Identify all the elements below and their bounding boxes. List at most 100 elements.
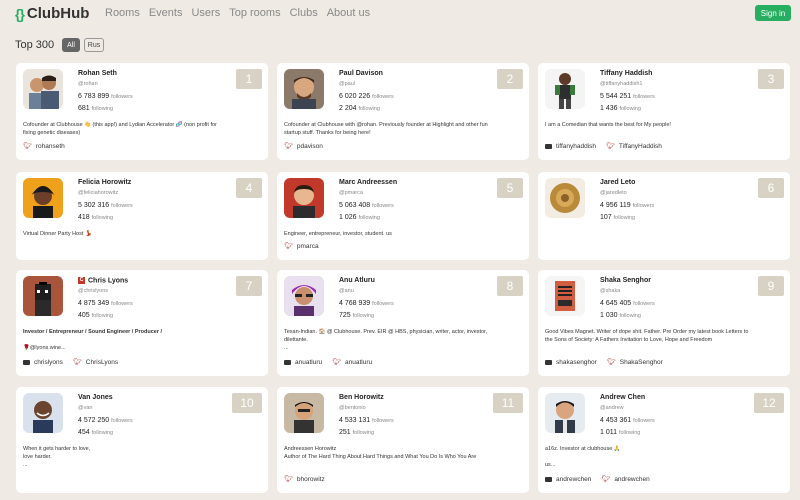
- followers-count: 5 063 408 followers: [339, 202, 394, 209]
- followers-label: followers: [632, 203, 655, 209]
- user-name[interactable]: Rohan Seth: [78, 70, 117, 77]
- user-card[interactable]: Paul Davison @paul 6 020 226 followers 2…: [277, 63, 529, 160]
- twitter-link[interactable]: 🐦︎ pmarca: [284, 242, 319, 251]
- user-name[interactable]: Paul Davison: [339, 70, 383, 77]
- twitter-link[interactable]: 🐦︎ pdavison: [284, 142, 323, 151]
- social-links: tiffanyhaddish 🐦︎ TiffanyHaddish: [545, 142, 662, 150]
- following-value: 251: [339, 429, 351, 436]
- avatar[interactable]: [23, 178, 63, 218]
- avatar[interactable]: [23, 276, 63, 316]
- bio-line: startup stuff. Thanks for being here!: [284, 130, 371, 136]
- nav-link-clubs[interactable]: Clubs: [290, 7, 318, 19]
- avatar[interactable]: [284, 69, 324, 109]
- user-bio: I am a Comedian that wants the best for …: [545, 121, 785, 129]
- user-name[interactable]: Marc Andreessen: [339, 179, 397, 186]
- bio-line: When it gets harder to love,: [23, 446, 91, 452]
- nav-link-events[interactable]: Events: [149, 7, 183, 19]
- avatar[interactable]: [284, 276, 324, 316]
- avatar[interactable]: [23, 393, 63, 433]
- instagram-icon: [284, 359, 291, 365]
- followers-label: followers: [372, 203, 394, 209]
- twitter-link[interactable]: 🐦︎ bhorowitz: [284, 475, 325, 484]
- followers-label: followers: [111, 94, 133, 100]
- filter-all-button[interactable]: All: [62, 38, 80, 52]
- user-card[interactable]: Andrew Chen @andrew 4 453 361 followers …: [538, 387, 790, 493]
- avatar[interactable]: [545, 393, 585, 433]
- bio-line: Virtual Dinner Party Host 💃: [23, 231, 92, 237]
- user-card[interactable]: C Chris Lyons @chrislyons 4 875 349 follo…: [16, 270, 268, 376]
- user-bio: Good Vibes Magnet. Writer of dope shit. …: [545, 328, 785, 344]
- followers-label: followers: [633, 94, 655, 100]
- user-handle: @van: [78, 405, 93, 411]
- avatar[interactable]: [23, 69, 63, 109]
- user-card[interactable]: Anu Atluru @anu 4 768 939 followers 725 …: [277, 270, 529, 376]
- followers-count: 5 544 251 followers: [600, 93, 655, 100]
- instagram-link[interactable]: andrewchen: [545, 476, 591, 483]
- instagram-link[interactable]: shakasenghor: [545, 359, 597, 366]
- user-card[interactable]: Marc Andreessen @pmarca 5 063 408 follow…: [277, 172, 529, 260]
- user-card[interactable]: Jared Leto @jaredleto 4 956 119 follower…: [538, 172, 790, 260]
- instagram-handle: tiffanyhaddish: [556, 142, 596, 150]
- user-card[interactable]: Rohan Seth @rohan 6 783 899 followers 68…: [16, 63, 268, 160]
- nav-link-rooms[interactable]: Rooms: [105, 7, 140, 19]
- user-name-text: Van Jones: [78, 394, 113, 401]
- instagram-link[interactable]: tiffanyhaddish: [545, 143, 596, 150]
- twitter-link[interactable]: 🐦︎ andrewchen: [601, 475, 649, 484]
- user-card[interactable]: Van Jones @van 4 572 250 followers 454 f…: [16, 387, 268, 493]
- nav-link-about-us[interactable]: About us: [327, 7, 370, 19]
- signin-button[interactable]: Sign in: [755, 5, 791, 21]
- instagram-link[interactable]: chrislyons: [23, 359, 63, 366]
- user-card[interactable]: Tiffany Haddish @tiffanyhaddish1 5 544 2…: [538, 63, 790, 160]
- following-value: 1 436: [600, 105, 618, 112]
- filter-rus-button[interactable]: Rus: [84, 38, 104, 52]
- user-name[interactable]: C Chris Lyons: [78, 277, 128, 284]
- twitter-link[interactable]: 🐦︎ ChrisLyons: [73, 358, 118, 367]
- following-label: following: [91, 106, 114, 112]
- rank-badge: 1: [236, 69, 262, 89]
- user-name[interactable]: Andrew Chen: [600, 394, 645, 401]
- user-card[interactable]: Felicia Horowitz @feliciahorowitz 5 302 …: [16, 172, 268, 260]
- following-count: 1 011 following: [600, 429, 640, 436]
- followers-value: 6 020 226: [339, 93, 371, 100]
- user-name[interactable]: Felicia Horowitz: [78, 179, 131, 186]
- following-label: following: [613, 215, 636, 221]
- nav-link-top-rooms[interactable]: Top rooms: [229, 7, 280, 19]
- following-count: 454 following: [78, 429, 113, 436]
- user-name[interactable]: Ben Horowitz: [339, 394, 384, 401]
- avatar[interactable]: [545, 69, 585, 109]
- twitter-link[interactable]: 🐦︎ TiffanyHaddish: [606, 142, 662, 151]
- followers-count: 6 783 899 followers: [78, 93, 133, 100]
- social-links: 🐦︎ bhorowitz: [284, 475, 325, 484]
- user-name[interactable]: Van Jones: [78, 394, 113, 401]
- avatar[interactable]: [284, 393, 324, 433]
- avatar[interactable]: [545, 178, 585, 218]
- user-name[interactable]: Anu Atluru: [339, 277, 375, 284]
- user-name-text: Chris Lyons: [88, 277, 129, 285]
- followers-label: followers: [111, 418, 133, 424]
- user-handle: @chrislyons: [78, 288, 109, 294]
- user-card[interactable]: Ben Horowitz @bentonio 4 533 131 followe…: [277, 387, 529, 493]
- followers-count: 4 768 939 followers: [339, 300, 394, 307]
- bio-line: Author of The Hard Thing About Hard Thin…: [284, 454, 477, 460]
- followers-count: 4 572 250 followers: [78, 417, 133, 424]
- twitter-icon: 🐦︎: [332, 359, 341, 366]
- bio-line: Cofounder at Clubhouse 👋 (this app!) and…: [23, 122, 217, 128]
- user-card[interactable]: Shaka Senghor @shaka 4 645 405 followers…: [538, 270, 790, 376]
- avatar[interactable]: [284, 178, 324, 218]
- following-label: following: [619, 106, 641, 112]
- twitter-handle: TiffanyHaddish: [618, 142, 662, 150]
- user-name[interactable]: Tiffany Haddish: [600, 70, 652, 77]
- nav-link-users[interactable]: Users: [191, 7, 220, 19]
- user-name[interactable]: Shaka Senghor: [600, 277, 651, 284]
- avatar[interactable]: [545, 276, 585, 316]
- user-name-text: Paul Davison: [339, 70, 383, 77]
- twitter-link[interactable]: 🐦︎ rohanseth: [23, 142, 65, 151]
- user-name[interactable]: Jared Leto: [600, 179, 635, 186]
- twitter-link[interactable]: 🐦︎ ShakaSenghor: [607, 358, 663, 367]
- following-count: 681 following: [78, 105, 113, 112]
- followers-count: 4 956 119 followers: [600, 202, 654, 209]
- user-bio: Investor / Entrepreneur / Sound Engineer…: [23, 328, 263, 352]
- twitter-link[interactable]: 🐦︎ anuatluru: [332, 358, 372, 367]
- instagram-link[interactable]: anuatluru: [284, 359, 322, 366]
- logo[interactable]: {} ClubHub: [15, 5, 89, 22]
